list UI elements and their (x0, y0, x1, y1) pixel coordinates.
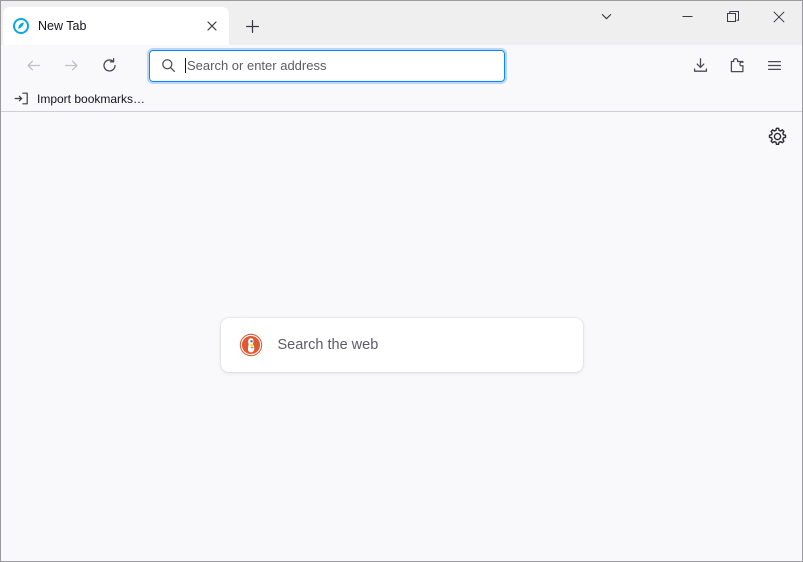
address-bar-container: Search or enter address (147, 47, 507, 84)
minimize-icon (682, 11, 693, 22)
downloads-button[interactable] (684, 50, 716, 82)
duckduckgo-logo-icon (239, 333, 263, 357)
firefox-default-favicon-icon (13, 18, 29, 34)
forward-button[interactable] (55, 50, 87, 82)
tab-list: New Tab (1, 1, 267, 45)
extensions-button[interactable] (721, 50, 753, 82)
search-area: Search the web (1, 112, 802, 561)
tab-close-icon[interactable] (201, 15, 223, 37)
tab-strip: New Tab (1, 1, 802, 45)
list-all-tabs-button[interactable] (586, 1, 626, 32)
window-controls (586, 1, 802, 45)
tab-new-tab[interactable]: New Tab (3, 7, 229, 45)
address-bar[interactable]: Search or enter address (147, 47, 507, 84)
tab-title: New Tab (38, 19, 87, 33)
web-search-placeholder: Search the web (277, 336, 379, 353)
download-icon (692, 57, 709, 74)
import-bookmarks-label: Import bookmarks… (37, 91, 146, 106)
new-tab-page: Search the web (1, 112, 802, 561)
arrow-left-icon (25, 57, 42, 74)
close-icon (773, 10, 785, 23)
reload-icon (101, 57, 118, 74)
minimize-button[interactable] (664, 1, 710, 32)
maximize-button[interactable] (710, 1, 756, 32)
restore-window-icon (727, 10, 739, 23)
import-bookmarks-icon (13, 91, 29, 107)
bookmarks-toolbar: Import bookmarks… (1, 86, 802, 112)
search-icon (160, 58, 176, 74)
reload-button[interactable] (93, 50, 125, 82)
address-bar-placeholder: Search or enter address (187, 58, 327, 73)
text-cursor (185, 58, 186, 73)
browser-window: New Tab Search or enter address Import b… (0, 0, 803, 562)
new-tab-button[interactable] (237, 11, 267, 41)
arrow-right-icon (63, 57, 80, 74)
back-button[interactable] (17, 50, 49, 82)
toolbar-actions (684, 50, 790, 82)
web-search-box[interactable]: Search the web (220, 317, 583, 372)
hamburger-menu-icon (766, 57, 783, 74)
app-menu-button[interactable] (758, 50, 790, 82)
chevron-down-icon (600, 10, 613, 23)
puzzle-piece-icon (729, 57, 746, 74)
plus-icon (245, 19, 260, 34)
close-window-button[interactable] (756, 1, 802, 32)
import-bookmarks-button[interactable]: Import bookmarks… (11, 88, 151, 110)
navigation-toolbar: Search or enter address (1, 45, 802, 86)
